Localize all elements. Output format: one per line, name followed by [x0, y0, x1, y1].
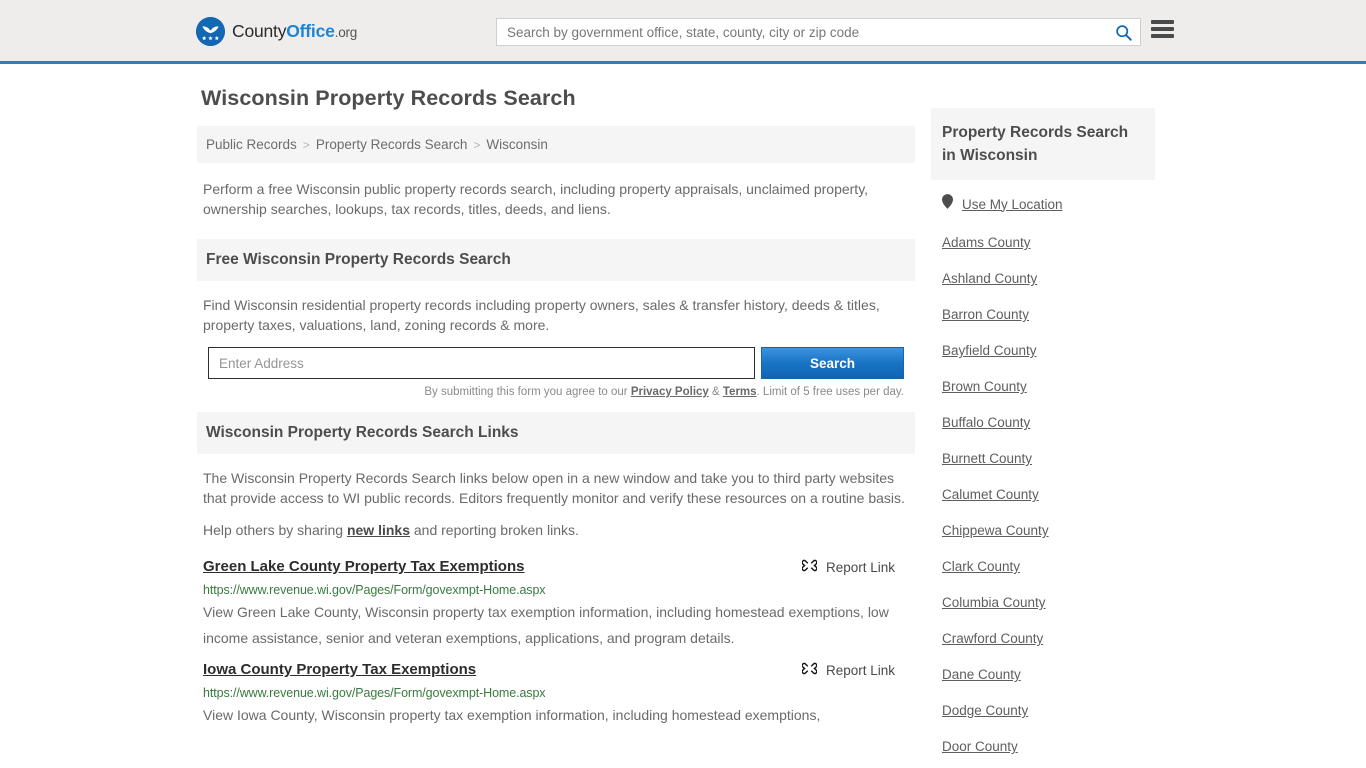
- sidebar-item-clark-county[interactable]: Clark County: [942, 559, 1144, 574]
- search-input[interactable]: [497, 19, 1106, 45]
- breadcrumb-item-property-records-search[interactable]: Property Records Search: [316, 137, 468, 152]
- breadcrumb: Public Records > Property Records Search…: [197, 126, 915, 163]
- use-my-location-link[interactable]: Use My Location: [962, 197, 1063, 212]
- result-item: Green Lake County Property Tax Exemption…: [197, 548, 915, 651]
- result-url: https://www.revenue.wi.gov/Pages/Form/go…: [203, 583, 909, 597]
- hamburger-bar: [1151, 34, 1174, 38]
- result-header: Iowa County Property Tax Exemptions Repo…: [203, 661, 909, 679]
- report-link-label: Report Link: [826, 663, 895, 678]
- page-intro-text: Perform a free Wisconsin public property…: [197, 163, 897, 225]
- sidebar-heading: Property Records Search in Wisconsin: [931, 108, 1155, 180]
- result-title-link[interactable]: Green Lake County Property Tax Exemption…: [203, 558, 524, 575]
- report-link-button[interactable]: Report Link: [802, 558, 909, 576]
- sidebar-item-barron-county[interactable]: Barron County: [942, 307, 1144, 322]
- hamburger-bar: [1151, 27, 1174, 31]
- county-link[interactable]: Dane County: [942, 667, 1021, 682]
- broken-link-icon: [802, 558, 817, 576]
- hamburger-bar: [1151, 20, 1174, 24]
- sidebar: Property Records Search in Wisconsin Use…: [915, 64, 1155, 768]
- sidebar-item-ashland-county[interactable]: Ashland County: [942, 271, 1144, 286]
- county-link[interactable]: Bayfield County: [942, 343, 1037, 358]
- county-link[interactable]: Brown County: [942, 379, 1027, 394]
- help-prefix: Help others by sharing: [203, 522, 347, 538]
- address-search-form: Search: [203, 347, 909, 379]
- sidebar-item-use-my-location[interactable]: Use My Location: [942, 194, 1144, 214]
- breadcrumb-separator: >: [303, 138, 310, 152]
- sidebar-item-adams-county[interactable]: Adams County: [942, 235, 1144, 250]
- sidebar-county-list: Use My Location Adams County Ashland Cou…: [931, 180, 1155, 754]
- county-link[interactable]: Columbia County: [942, 595, 1046, 610]
- county-link[interactable]: Buffalo County: [942, 415, 1030, 430]
- report-link-button[interactable]: Report Link: [802, 661, 909, 679]
- sidebar-item-brown-county[interactable]: Brown County: [942, 379, 1144, 394]
- search-icon[interactable]: [1106, 19, 1140, 45]
- result-description: View Green Lake County, Wisconsin proper…: [203, 599, 909, 651]
- terms-link[interactable]: Terms: [723, 386, 757, 398]
- sidebar-item-dodge-county[interactable]: Dodge County: [942, 703, 1144, 718]
- county-link[interactable]: Crawford County: [942, 631, 1043, 646]
- result-title-link[interactable]: Iowa County Property Tax Exemptions: [203, 661, 476, 678]
- search-button[interactable]: Search: [761, 347, 904, 379]
- logo-text-org: .org: [335, 25, 357, 40]
- sidebar-item-chippewa-county[interactable]: Chippewa County: [942, 523, 1144, 538]
- breadcrumb-item-public-records[interactable]: Public Records: [206, 137, 297, 152]
- site-header: CountyOffice.org: [0, 0, 1366, 64]
- page-body: Wisconsin Property Records Search Public…: [0, 64, 1366, 768]
- main-column: Wisconsin Property Records Search Public…: [193, 64, 915, 768]
- report-link-label: Report Link: [826, 560, 895, 575]
- sidebar-item-buffalo-county[interactable]: Buffalo County: [942, 415, 1144, 430]
- result-header: Green Lake County Property Tax Exemption…: [203, 558, 909, 576]
- free-search-heading: Free Wisconsin Property Records Search: [197, 239, 915, 281]
- sidebar-item-burnett-county[interactable]: Burnett County: [942, 451, 1144, 466]
- county-link[interactable]: Chippewa County: [942, 523, 1049, 538]
- sidebar-item-dane-county[interactable]: Dane County: [942, 667, 1144, 682]
- county-link[interactable]: Clark County: [942, 559, 1020, 574]
- sidebar-item-door-county[interactable]: Door County: [942, 739, 1144, 754]
- global-search-bar[interactable]: [496, 18, 1141, 46]
- links-section-paragraph: The Wisconsin Property Records Search li…: [203, 468, 909, 508]
- sidebar-item-bayfield-county[interactable]: Bayfield County: [942, 343, 1144, 358]
- result-url: https://www.revenue.wi.gov/Pages/Form/go…: [203, 686, 909, 700]
- disclaimer-suffix: . Limit of 5 free uses per day.: [757, 386, 904, 398]
- county-link[interactable]: Burnett County: [942, 451, 1032, 466]
- free-search-description: Find Wisconsin residential property reco…: [203, 295, 909, 335]
- content-container: Wisconsin Property Records Search Public…: [193, 64, 1173, 768]
- logo-text-office: Office: [286, 21, 334, 41]
- county-link[interactable]: Door County: [942, 739, 1018, 754]
- help-suffix: and reporting broken links.: [410, 522, 579, 538]
- page-title: Wisconsin Property Records Search: [201, 86, 915, 111]
- sidebar-item-crawford-county[interactable]: Crawford County: [942, 631, 1144, 646]
- eagle-stars-icon: [196, 17, 225, 46]
- breadcrumb-separator: >: [473, 138, 480, 152]
- breadcrumb-item-wisconsin: Wisconsin: [486, 137, 548, 152]
- privacy-policy-link[interactable]: Privacy Policy: [631, 386, 709, 398]
- result-description: View Iowa County, Wisconsin property tax…: [203, 702, 909, 728]
- broken-link-icon: [802, 661, 817, 679]
- site-logo-text: CountyOffice.org: [232, 21, 357, 42]
- result-item: Iowa County Property Tax Exemptions Repo…: [197, 651, 915, 728]
- county-link[interactable]: Barron County: [942, 307, 1029, 322]
- sidebar-item-columbia-county[interactable]: Columbia County: [942, 595, 1144, 610]
- disclaimer-amp: &: [709, 386, 723, 398]
- county-link[interactable]: Dodge County: [942, 703, 1028, 718]
- links-section-heading: Wisconsin Property Records Search Links: [197, 412, 915, 454]
- site-logo[interactable]: CountyOffice.org: [196, 17, 357, 46]
- form-disclaimer: By submitting this form you agree to our…: [203, 379, 909, 398]
- map-pin-icon: [942, 194, 953, 214]
- sidebar-item-calumet-county[interactable]: Calumet County: [942, 487, 1144, 502]
- county-link[interactable]: Calumet County: [942, 487, 1039, 502]
- address-input[interactable]: [208, 347, 755, 379]
- hamburger-menu-icon[interactable]: [1151, 20, 1174, 38]
- links-section-help: Help others by sharing new links and rep…: [203, 520, 909, 540]
- links-section-body: The Wisconsin Property Records Search li…: [197, 454, 915, 540]
- new-links-link[interactable]: new links: [347, 522, 410, 538]
- county-link[interactable]: Ashland County: [942, 271, 1037, 286]
- county-link[interactable]: Adams County: [942, 235, 1031, 250]
- disclaimer-prefix: By submitting this form you agree to our: [424, 386, 630, 398]
- logo-text-county: County: [232, 21, 286, 41]
- free-search-body: Find Wisconsin residential property reco…: [197, 281, 915, 398]
